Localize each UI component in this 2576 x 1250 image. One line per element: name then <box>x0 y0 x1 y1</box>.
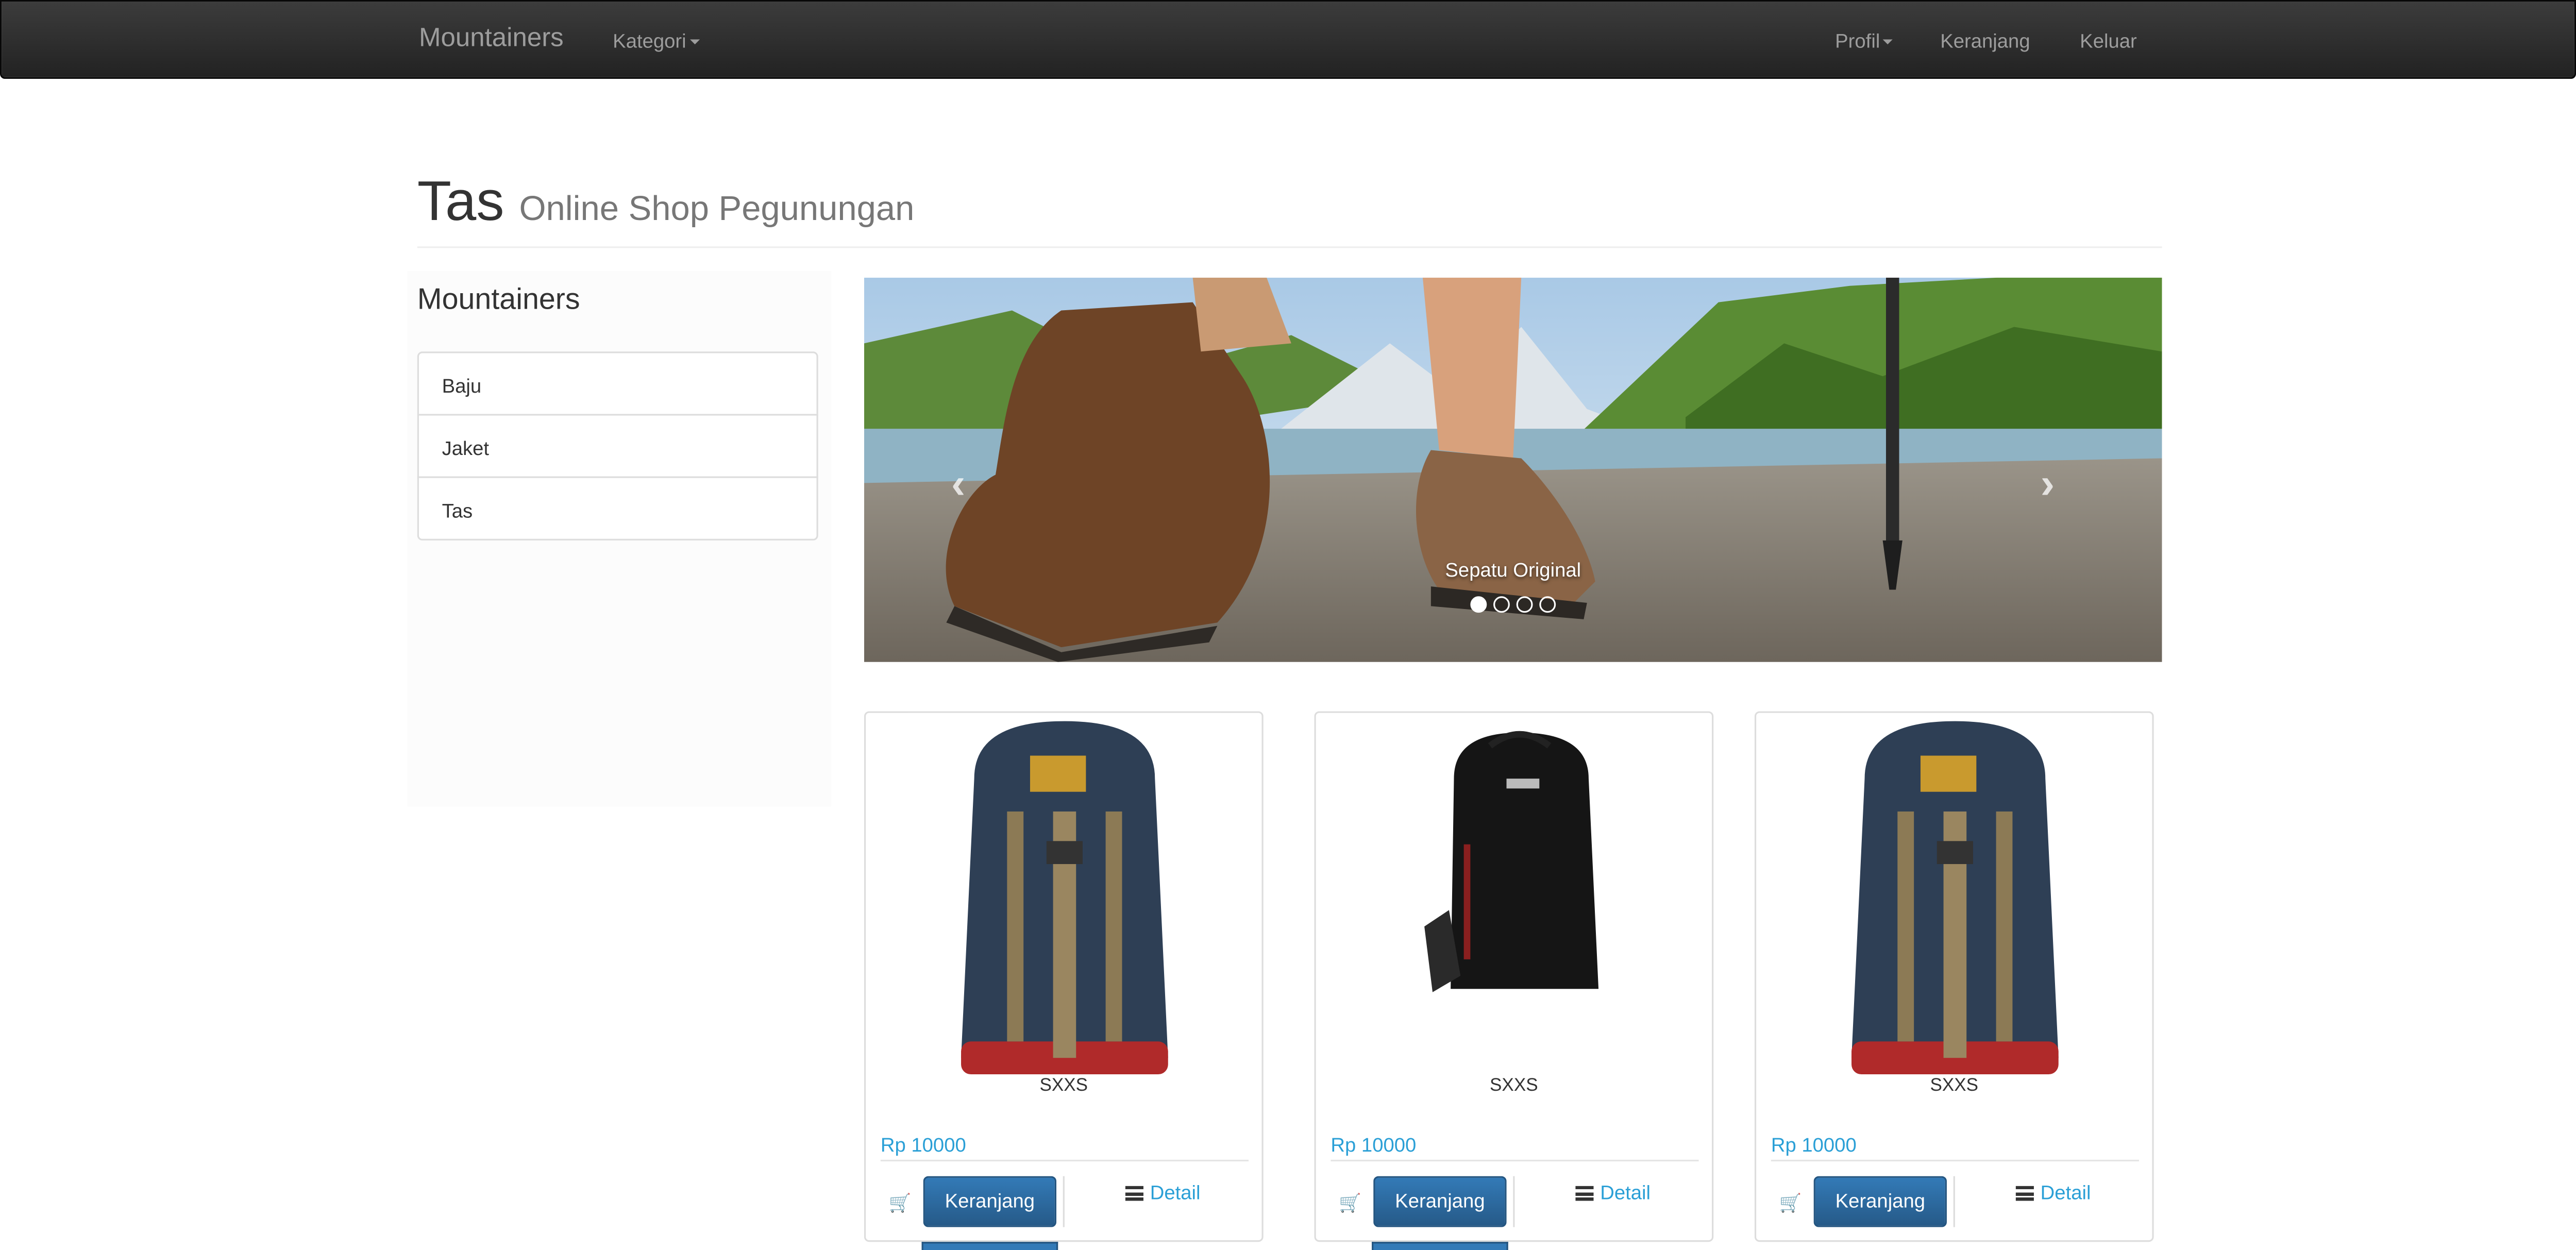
product-price: Rp 10000 <box>880 1133 966 1157</box>
product-price: Rp 10000 <box>1771 1133 1857 1157</box>
detail-link[interactable]: Detail <box>1575 1181 1651 1204</box>
divider <box>880 1159 1249 1162</box>
add-to-cart-button[interactable]: Keranjang <box>1813 1176 1947 1227</box>
category-item-tas[interactable]: Tas <box>417 476 818 540</box>
page-header: Tas Online Shop Pegunungan <box>417 161 2162 248</box>
top-navbar: Mountainers Kategori Profil Keranjang Ke… <box>0 0 2576 79</box>
product-card: SXXS Rp 10000 🛒 Keranjang Detail <box>1314 711 1714 1242</box>
detail-label: Detail <box>1600 1181 1651 1204</box>
chevron-left-icon[interactable]: ‹ <box>951 458 966 509</box>
divider <box>1063 1176 1065 1227</box>
carousel-indicator[interactable] <box>1470 596 1487 613</box>
page-subtitle: Online Shop Pegunungan <box>519 190 915 229</box>
cart-icon: 🛒 <box>1339 1194 1362 1214</box>
category-item-baju[interactable]: Baju <box>417 351 818 416</box>
list-icon <box>1575 1186 1594 1201</box>
product-price: Rp 10000 <box>1331 1133 1417 1157</box>
product-name: SXXS <box>1490 1076 1538 1096</box>
cart-icon: 🛒 <box>1779 1194 1802 1214</box>
page-title: Tas <box>417 171 504 233</box>
cart-icon: 🛒 <box>888 1194 912 1214</box>
hero-carousel[interactable]: ‹ › Sepatu Original <box>864 277 2162 662</box>
detail-label: Detail <box>2040 1181 2091 1204</box>
carousel-indicator[interactable] <box>1516 596 1533 613</box>
add-to-cart-button[interactable]: Keranjang <box>923 1176 1056 1227</box>
detail-link[interactable]: Detail <box>1125 1181 1201 1204</box>
nav-kategori-dropdown[interactable]: Kategori <box>613 29 700 53</box>
product-image[interactable] <box>1358 713 1671 1085</box>
carousel-indicators <box>1470 592 1562 621</box>
caret-down-icon <box>689 40 700 45</box>
sidebar-title: Mountainers <box>417 282 580 316</box>
detail-label: Detail <box>1150 1181 1201 1204</box>
divider <box>1771 1159 2139 1162</box>
carousel-indicator[interactable] <box>1493 596 1510 613</box>
divider <box>1513 1176 1515 1227</box>
nav-keranjang-link[interactable]: Keranjang <box>1940 29 2030 53</box>
list-icon <box>1125 1186 1143 1201</box>
product-name: SXXS <box>1930 1076 1979 1096</box>
next-row-button-peek <box>1372 1242 1508 1250</box>
add-to-cart-button[interactable]: Keranjang <box>1373 1176 1507 1227</box>
category-item-jaket[interactable]: Jaket <box>417 414 818 478</box>
nav-profil-label: Profil <box>1835 29 1880 53</box>
product-name: SXXS <box>1039 1076 1088 1096</box>
list-icon <box>2015 1186 2034 1201</box>
category-list: Baju Jaket Tas <box>417 351 818 540</box>
next-row-button-peek <box>921 1242 1058 1250</box>
chevron-right-icon[interactable]: › <box>2041 458 2055 509</box>
product-image[interactable] <box>1799 713 2111 1085</box>
nav-keluar-link[interactable]: Keluar <box>2080 29 2137 53</box>
navbar-brand[interactable]: Mountainers <box>419 25 564 54</box>
carousel-caption: Sepatu Original <box>1445 558 1581 582</box>
product-image[interactable] <box>908 713 1221 1085</box>
caret-down-icon <box>1883 40 1893 45</box>
divider <box>1331 1159 1699 1162</box>
nav-kategori-label: Kategori <box>613 29 686 53</box>
carousel-indicator[interactable] <box>1539 596 1556 613</box>
detail-link[interactable]: Detail <box>2015 1181 2091 1204</box>
nav-profil-dropdown[interactable]: Profil <box>1835 29 1893 53</box>
product-card: SXXS Rp 10000 🛒 Keranjang Detail <box>1754 711 2154 1242</box>
divider <box>1953 1176 1955 1227</box>
product-card: SXXS Rp 10000 🛒 Keranjang Detail <box>864 711 1264 1242</box>
